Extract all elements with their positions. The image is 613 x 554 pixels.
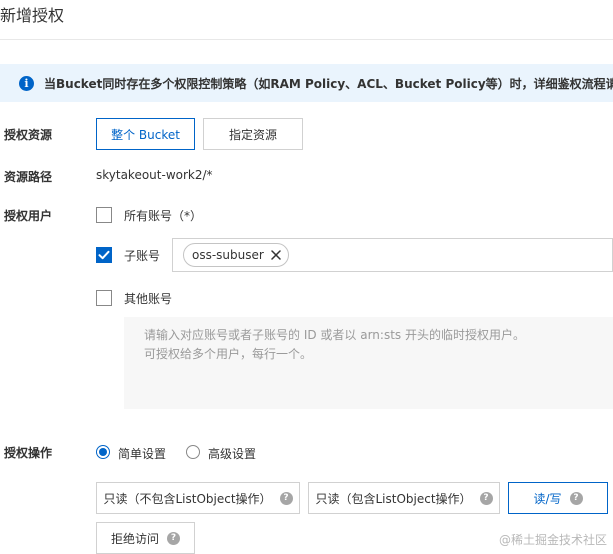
sub-account-checkbox[interactable] — [96, 247, 112, 263]
textarea-placeholder-line1: 请输入对应账号或者子账号的 ID 或者以 arn:sts 开头的临时授权用户。 — [144, 328, 525, 342]
simple-mode-label: 简单设置 — [118, 447, 167, 461]
operation-label: 授权操作 — [4, 446, 53, 460]
other-accounts-textarea[interactable]: 请输入对应账号或者子账号的 ID 或者以 arn:sts 开头的临时授权用户。 … — [124, 317, 613, 409]
header-divider — [0, 39, 613, 40]
path-label: 资源路径 — [4, 170, 53, 184]
readonly-with-list-label: 只读（包含ListObject操作） — [315, 491, 472, 506]
path-value: skytakeout-work2/* — [96, 168, 213, 182]
help-icon[interactable]: ? — [479, 491, 493, 505]
advanced-mode-label: 高级设置 — [208, 447, 257, 461]
deny-access-button[interactable]: 拒绝访问 ? — [96, 522, 195, 554]
read-write-button[interactable]: 读/写 ? — [508, 482, 608, 514]
readonly-no-list-button[interactable]: 只读（不包含ListObject操作） ? — [96, 482, 300, 514]
help-icon[interactable]: ? — [167, 531, 180, 545]
resource-whole-bucket-button[interactable]: 整个 Bucket — [96, 118, 195, 150]
readonly-with-list-button[interactable]: 只读（包含ListObject操作） ? — [308, 482, 500, 514]
users-label: 授权用户 — [4, 209, 53, 223]
resource-specified-button[interactable]: 指定资源 — [203, 118, 303, 150]
check-icon — [98, 250, 110, 260]
read-write-label: 读/写 — [533, 491, 562, 506]
other-accounts-label: 其他账号 — [124, 292, 173, 306]
selected-user-tag: oss-subuser — [183, 243, 289, 267]
resource-label: 授权资源 — [4, 128, 53, 142]
readonly-no-list-label: 只读（不包含ListObject操作） — [103, 491, 272, 506]
watermark: @稀土掘金技术社区 — [498, 533, 607, 547]
all-accounts-label: 所有账号（*） — [124, 209, 203, 223]
all-accounts-checkbox[interactable] — [96, 207, 112, 223]
simple-mode-radio[interactable] — [96, 445, 110, 459]
textarea-placeholder-line2: 可授权给多个用户，每行一个。 — [144, 347, 313, 361]
help-icon[interactable]: ? — [279, 491, 293, 505]
page-title: 新增授权 — [0, 6, 65, 25]
tag-label: oss-subuser — [192, 248, 264, 262]
deny-access-label: 拒绝访问 — [110, 531, 159, 546]
info-text: 当Bucket同时存在多个权限控制策略（如RAM Policy、ACL、Buck… — [44, 76, 613, 91]
sub-account-label: 子账号 — [124, 249, 161, 263]
advanced-mode-radio[interactable] — [186, 445, 200, 459]
info-banner: i 当Bucket同时存在多个权限控制策略（如RAM Policy、ACL、Bu… — [0, 64, 613, 102]
help-icon[interactable]: ? — [569, 491, 583, 505]
other-accounts-checkbox[interactable] — [96, 290, 112, 306]
info-icon: i — [19, 75, 34, 91]
sub-account-select[interactable]: oss-subuser — [172, 238, 613, 272]
remove-tag-icon[interactable] — [270, 249, 282, 261]
